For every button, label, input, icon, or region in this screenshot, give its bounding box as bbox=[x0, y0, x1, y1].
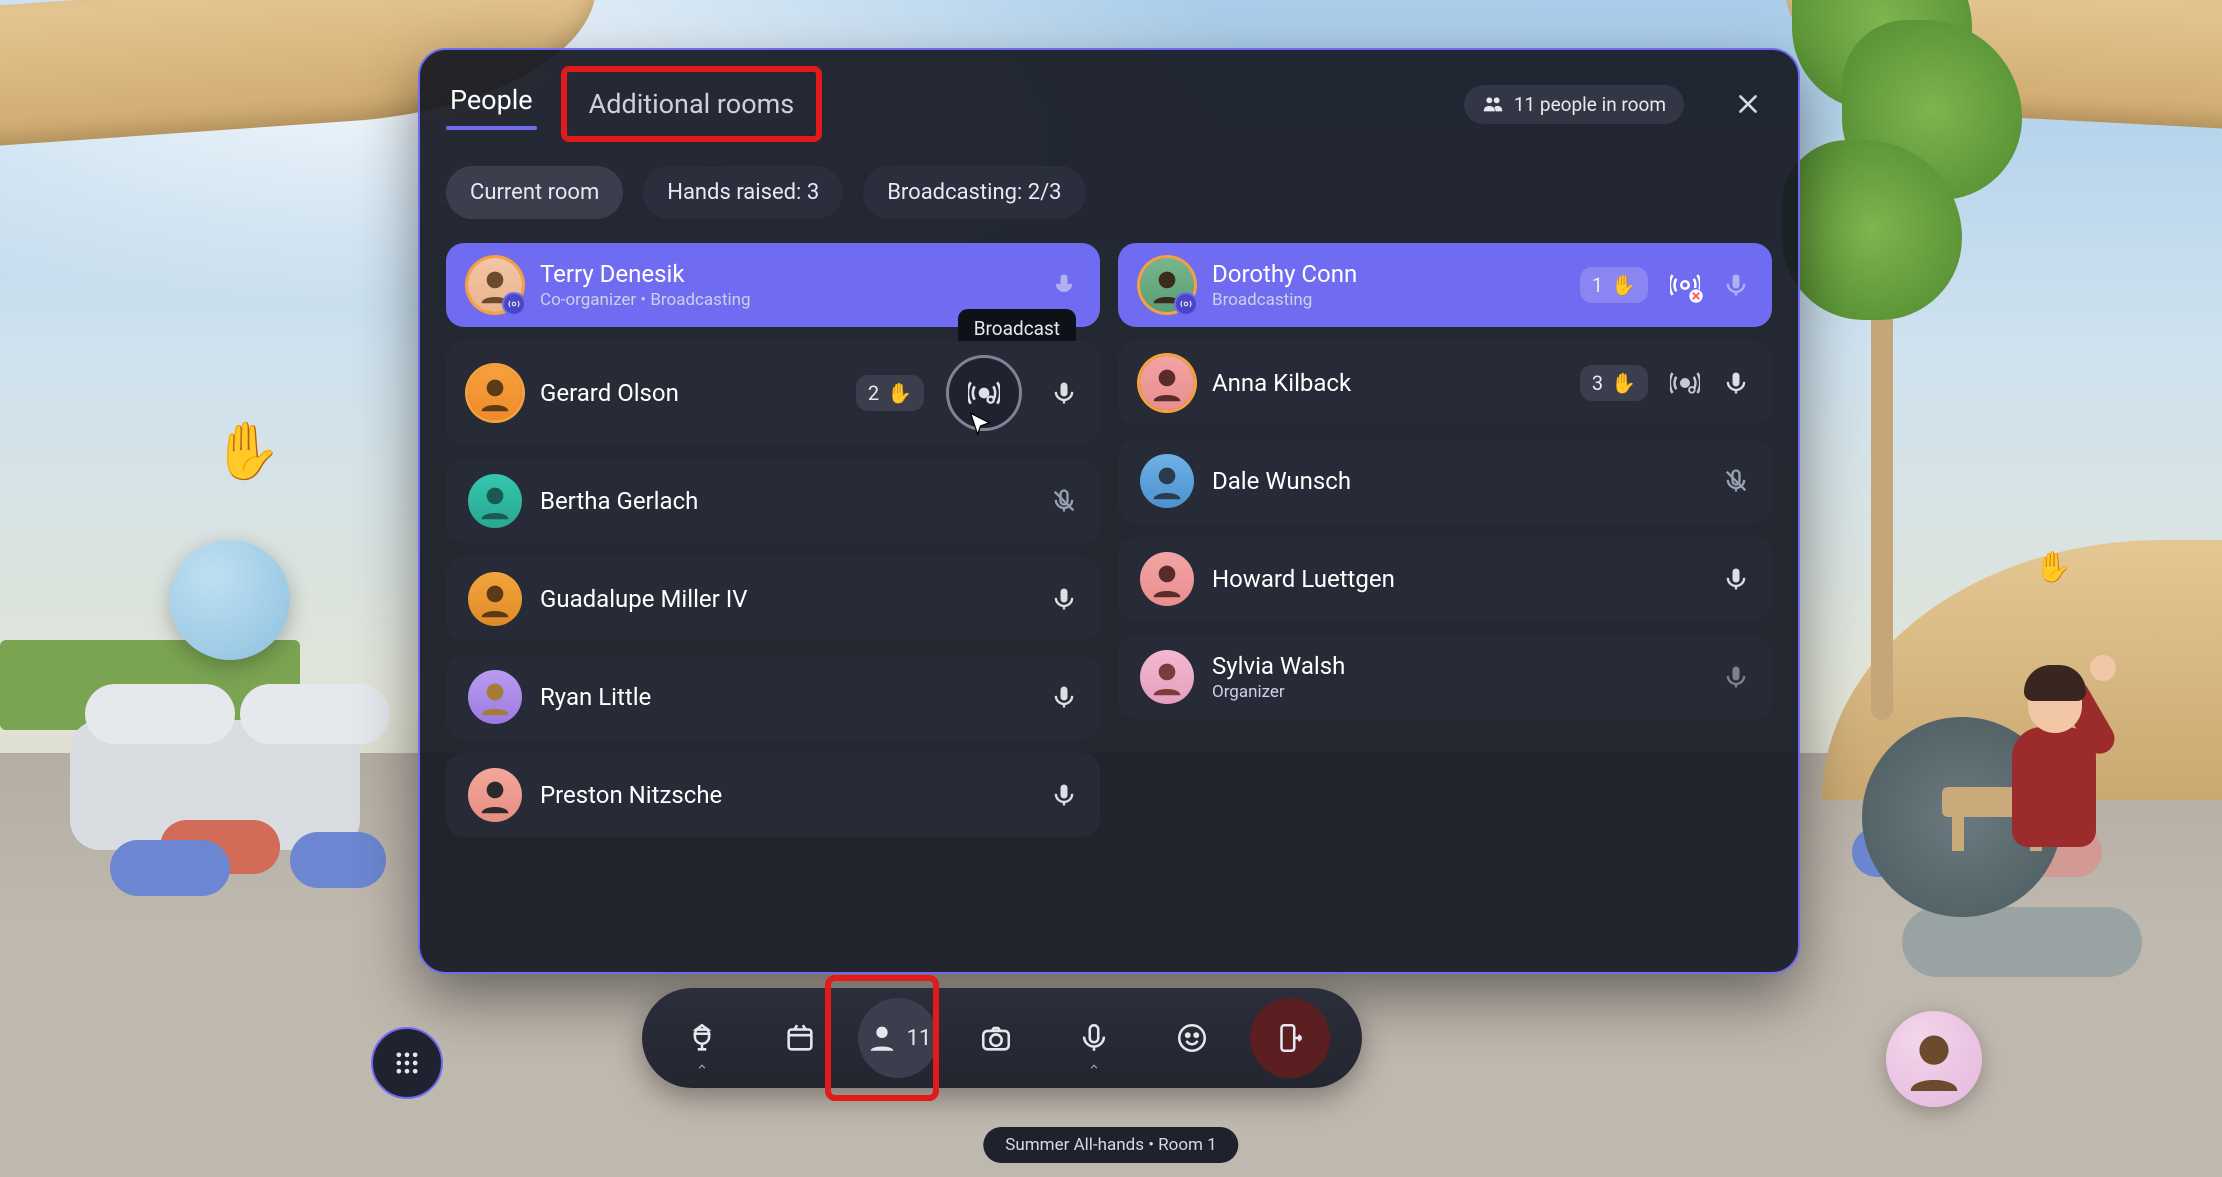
mic-muted-icon bbox=[1050, 487, 1078, 515]
hand-raised-badge: 1 ✋ bbox=[1580, 267, 1648, 303]
participant-card[interactable]: Gerard Olson 2 ✋ bbox=[446, 341, 1100, 445]
people-panel: People Additional rooms 11 people in roo… bbox=[418, 48, 1800, 974]
raised-hand-icon: ✋ bbox=[2035, 550, 2072, 585]
participant-card[interactable]: Dale Wunsch bbox=[1118, 439, 1772, 523]
camera-button[interactable] bbox=[956, 998, 1036, 1078]
cursor-icon bbox=[966, 411, 994, 439]
mic-icon bbox=[1722, 271, 1750, 299]
avatar bbox=[468, 474, 522, 528]
participant-name: Anna Kilback bbox=[1212, 369, 1351, 397]
participant-subtitle: Organizer bbox=[1212, 682, 1345, 702]
participant-name: Guadalupe Miller IV bbox=[540, 585, 748, 613]
mic-icon bbox=[1050, 271, 1078, 299]
avatar bbox=[1140, 552, 1194, 606]
participants-col-right: Dorothy Conn Broadcasting 1 ✋ bbox=[1118, 243, 1772, 837]
participant-card[interactable]: Ryan Little bbox=[446, 655, 1100, 739]
mic-icon bbox=[1722, 369, 1750, 397]
panel-header: People Additional rooms 11 people in roo… bbox=[446, 78, 1772, 130]
avatar bbox=[1140, 258, 1194, 312]
avatar bbox=[468, 366, 522, 420]
participant-name: Terry Denesik bbox=[540, 260, 751, 288]
mic-muted-icon bbox=[1722, 467, 1750, 495]
participant-card[interactable]: Bertha Gerlach bbox=[446, 459, 1100, 543]
participant-card[interactable]: Anna Kilback 3 ✋ bbox=[1118, 341, 1772, 425]
participant-card[interactable]: Guadalupe Miller IV bbox=[446, 557, 1100, 641]
people-count-badge[interactable]: 11 people in room bbox=[1464, 85, 1684, 124]
hand-raised-badge: 3 ✋ bbox=[1580, 365, 1648, 401]
participant-subtitle: Broadcasting bbox=[1212, 290, 1357, 310]
participant-name: Bertha Gerlach bbox=[540, 487, 698, 515]
broadcast-badge-icon bbox=[1174, 292, 1198, 316]
participants-columns: Terry Denesik Co-organizer • Broadcastin… bbox=[446, 243, 1772, 837]
hand-order: 1 bbox=[1592, 273, 1603, 297]
microphone-button[interactable] bbox=[1054, 998, 1134, 1078]
participant-name: Gerard Olson bbox=[540, 379, 679, 407]
broadcast-badge-icon bbox=[502, 292, 526, 316]
mic-icon bbox=[1722, 565, 1750, 593]
mic-icon bbox=[1050, 781, 1078, 809]
tab-additional-rooms[interactable]: Additional rooms bbox=[585, 82, 799, 126]
menu-button[interactable] bbox=[371, 1027, 443, 1099]
scene-person bbox=[1972, 637, 2132, 897]
host-tools-button[interactable] bbox=[662, 998, 742, 1078]
avatar bbox=[468, 768, 522, 822]
scene-cushion bbox=[110, 840, 230, 896]
participant-name: Preston Nitzsche bbox=[540, 781, 722, 809]
participant-card[interactable]: Sylvia Walsh Organizer bbox=[1118, 635, 1772, 719]
raised-hand-icon: ✋ bbox=[1611, 371, 1636, 395]
avatar bbox=[468, 572, 522, 626]
participant-name: Sylvia Walsh bbox=[1212, 652, 1345, 680]
mic-icon bbox=[1050, 585, 1078, 613]
avatar bbox=[468, 258, 522, 312]
self-avatar[interactable] bbox=[1886, 1011, 1982, 1107]
avatar bbox=[1140, 650, 1194, 704]
filter-row: Current room Hands raised: 3 Broadcastin… bbox=[446, 166, 1772, 219]
participant-card[interactable]: Howard Luettgen bbox=[1118, 537, 1772, 621]
participants-col-left: Terry Denesik Co-organizer • Broadcastin… bbox=[446, 243, 1100, 837]
scene-rock bbox=[1902, 907, 2142, 977]
scene-avatar bbox=[170, 540, 290, 660]
reactions-button[interactable] bbox=[1152, 998, 1232, 1078]
hand-raised-badge: 2 ✋ bbox=[856, 375, 924, 411]
participant-name: Dale Wunsch bbox=[1212, 467, 1351, 495]
close-button[interactable] bbox=[1724, 80, 1772, 128]
people-count-text: 11 people in room bbox=[1514, 93, 1666, 116]
filter-current-room[interactable]: Current room bbox=[446, 166, 623, 219]
chevron-up-icon bbox=[695, 1060, 709, 1074]
participant-name: Ryan Little bbox=[540, 683, 651, 711]
filter-hands-raised[interactable]: Hands raised: 3 bbox=[643, 166, 843, 219]
annotation-highlight: Additional rooms bbox=[561, 66, 823, 142]
raised-hand-icon: ✋ bbox=[212, 418, 282, 484]
people-count: 11 bbox=[907, 1026, 932, 1051]
activities-button[interactable] bbox=[760, 998, 840, 1078]
avatar bbox=[1140, 454, 1194, 508]
participant-name: Dorothy Conn bbox=[1212, 260, 1357, 288]
participant-card[interactable]: Terry Denesik Co-organizer • Broadcastin… bbox=[446, 243, 1100, 327]
mic-icon bbox=[1050, 379, 1078, 407]
scene-cushion bbox=[290, 832, 386, 888]
hand-order: 2 bbox=[868, 381, 879, 405]
raised-hand-icon: ✋ bbox=[887, 381, 912, 405]
scene-tree bbox=[1812, 0, 1952, 720]
room-tag: Summer All-hands • Room 1 bbox=[983, 1127, 1238, 1163]
filter-broadcasting[interactable]: Broadcasting: 2/3 bbox=[863, 166, 1085, 219]
people-button[interactable]: 11 bbox=[858, 998, 938, 1078]
participant-subtitle: Co-organizer • Broadcasting bbox=[540, 290, 751, 310]
toolbar: 11 bbox=[642, 988, 1362, 1088]
hand-order: 3 bbox=[1592, 371, 1603, 395]
leave-button[interactable] bbox=[1250, 998, 1330, 1078]
participant-card[interactable]: Preston Nitzsche bbox=[446, 753, 1100, 837]
people-icon bbox=[1482, 93, 1504, 115]
chevron-up-icon bbox=[1087, 1060, 1101, 1074]
participant-card[interactable]: Dorothy Conn Broadcasting 1 ✋ bbox=[1118, 243, 1772, 327]
avatar bbox=[1140, 356, 1194, 410]
avatar bbox=[468, 670, 522, 724]
mic-icon bbox=[1050, 683, 1078, 711]
raised-hand-icon: ✋ bbox=[1611, 273, 1636, 297]
tab-people[interactable]: People bbox=[446, 78, 537, 130]
mic-icon bbox=[1722, 663, 1750, 691]
stop-broadcast-button[interactable] bbox=[1670, 270, 1700, 300]
participant-name: Howard Luettgen bbox=[1212, 565, 1395, 593]
broadcast-button[interactable] bbox=[1670, 368, 1700, 398]
